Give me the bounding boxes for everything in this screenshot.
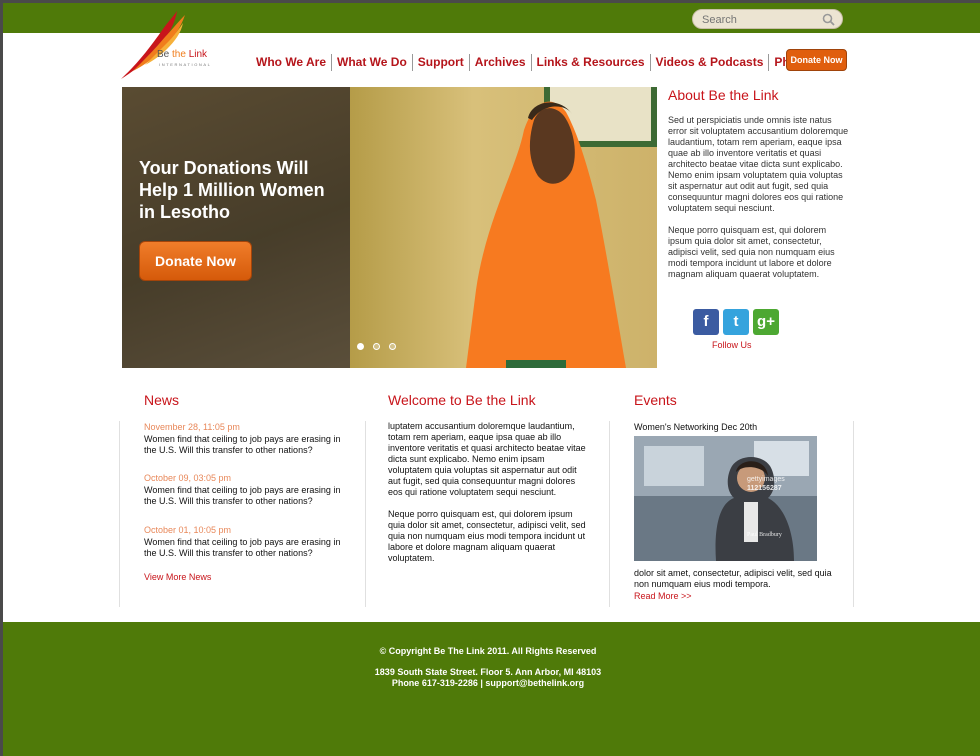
welcome-paragraph-2: Neque porro quisquam est, qui dolorem ip… — [388, 509, 586, 563]
donate-now-header-button[interactable]: Donate Now — [786, 49, 847, 71]
about-section: About Be the Link Sed ut perspiciatis un… — [668, 87, 850, 280]
footer-address: 1839 South State Street. Floor 5. Ann Ar… — [374, 667, 602, 677]
site-logo[interactable]: Be the Link INTERNATIONAL — [119, 9, 225, 85]
slider-dot-3[interactable] — [389, 343, 396, 350]
image-credit: Paul Bradbury — [747, 532, 782, 538]
social-links: f t g+ — [693, 309, 779, 335]
welcome-title: Welcome to Be the Link — [388, 392, 536, 408]
view-more-news-link[interactable]: View More News — [144, 572, 354, 582]
event-text: dolor sit amet, consectetur, adipisci ve… — [634, 568, 832, 589]
news-item[interactable]: October 09, 03:05 pm Women find that cei… — [144, 473, 354, 507]
main-nav: Who We Are What We Do Support Archives L… — [251, 53, 820, 71]
read-more-link[interactable]: Read More >> — [634, 591, 844, 601]
slider-dot-1[interactable] — [357, 343, 364, 350]
nav-support[interactable]: Support — [411, 53, 469, 71]
about-paragraph-1: Sed ut perspiciatis unde omnis iste natu… — [668, 115, 849, 213]
follow-us-label: Follow Us — [712, 340, 752, 350]
footer-copyright: © Copyright Be The Link 2011. All Rights… — [379, 646, 597, 656]
page: Be the Link INTERNATIONAL Who We Are Wha… — [3, 3, 980, 756]
hero-left-overlay — [122, 87, 350, 368]
news-date: October 09, 03:05 pm — [144, 473, 232, 483]
flame-icon — [121, 11, 185, 79]
news-text[interactable]: Women find that ceiling to job pays are … — [144, 485, 354, 507]
search-icon[interactable] — [822, 13, 835, 26]
news-text[interactable]: Women find that ceiling to job pays are … — [144, 434, 354, 456]
donate-now-hero-button[interactable]: Donate Now — [139, 241, 252, 281]
hero-woman-image — [466, 101, 626, 368]
nav-who-we-are[interactable]: Who We Are — [251, 54, 331, 71]
event-title[interactable]: Women's Networking Dec 20th — [634, 422, 844, 432]
search-box[interactable] — [692, 9, 843, 29]
welcome-paragraph-1: luptatem accusantium doloremque laudanti… — [388, 421, 586, 497]
column-divider — [119, 421, 120, 607]
nav-videos-podcasts[interactable]: Videos & Podcasts — [649, 53, 769, 71]
news-text[interactable]: Women find that ceiling to job pays are … — [144, 537, 354, 559]
about-paragraph-2: Neque porro quisquam est, qui dolorem ip… — [668, 225, 835, 279]
google-plus-icon[interactable]: g+ — [753, 309, 779, 335]
news-date: November 28, 11:05 pm — [144, 422, 240, 432]
footer: © Copyright Be The Link 2011. All Rights… — [3, 622, 980, 756]
image-number: 112156287 — [747, 485, 782, 492]
image-watermark: gettyimages — [747, 476, 785, 483]
column-divider — [365, 421, 366, 607]
column-divider — [609, 421, 610, 607]
logo-text: Be the Link — [157, 49, 208, 60]
news-title: News — [144, 392, 180, 408]
event-photo — [634, 436, 817, 561]
news-item[interactable]: November 28, 11:05 pm Women find that ce… — [144, 422, 354, 456]
news-section: News November 28, 11:05 pm Women find th… — [144, 392, 354, 582]
logo-subtitle: INTERNATIONAL — [159, 62, 212, 67]
about-title: About Be the Link — [668, 87, 779, 103]
events-title: Events — [634, 392, 677, 408]
facebook-icon[interactable]: f — [693, 309, 719, 335]
column-divider — [853, 421, 854, 607]
hero-slider: Your Donations Will Help 1 Million Women… — [122, 87, 657, 368]
events-section: Events Women's Networking Dec 20th getty… — [634, 392, 844, 601]
hero-title: Your Donations Will Help 1 Million Women… — [139, 158, 325, 222]
event-image[interactable]: gettyimages 112156287 Paul Bradbury — [634, 436, 817, 561]
search-input[interactable] — [702, 12, 817, 27]
twitter-icon[interactable]: t — [723, 309, 749, 335]
nav-what-we-do[interactable]: What We Do — [331, 53, 412, 71]
nav-links-resources[interactable]: Links & Resources — [530, 53, 650, 71]
welcome-section: Welcome to Be the Link luptatem accusant… — [388, 392, 588, 564]
nav-archives[interactable]: Archives — [468, 53, 531, 71]
slider-dots — [357, 343, 396, 350]
news-date: October 01, 10:05 pm — [144, 525, 232, 535]
footer-contact[interactable]: Phone 617-319-2286 | support@bethelink.o… — [3, 678, 973, 688]
news-item[interactable]: October 01, 10:05 pm Women find that cei… — [144, 525, 354, 559]
slider-dot-2[interactable] — [373, 343, 380, 350]
